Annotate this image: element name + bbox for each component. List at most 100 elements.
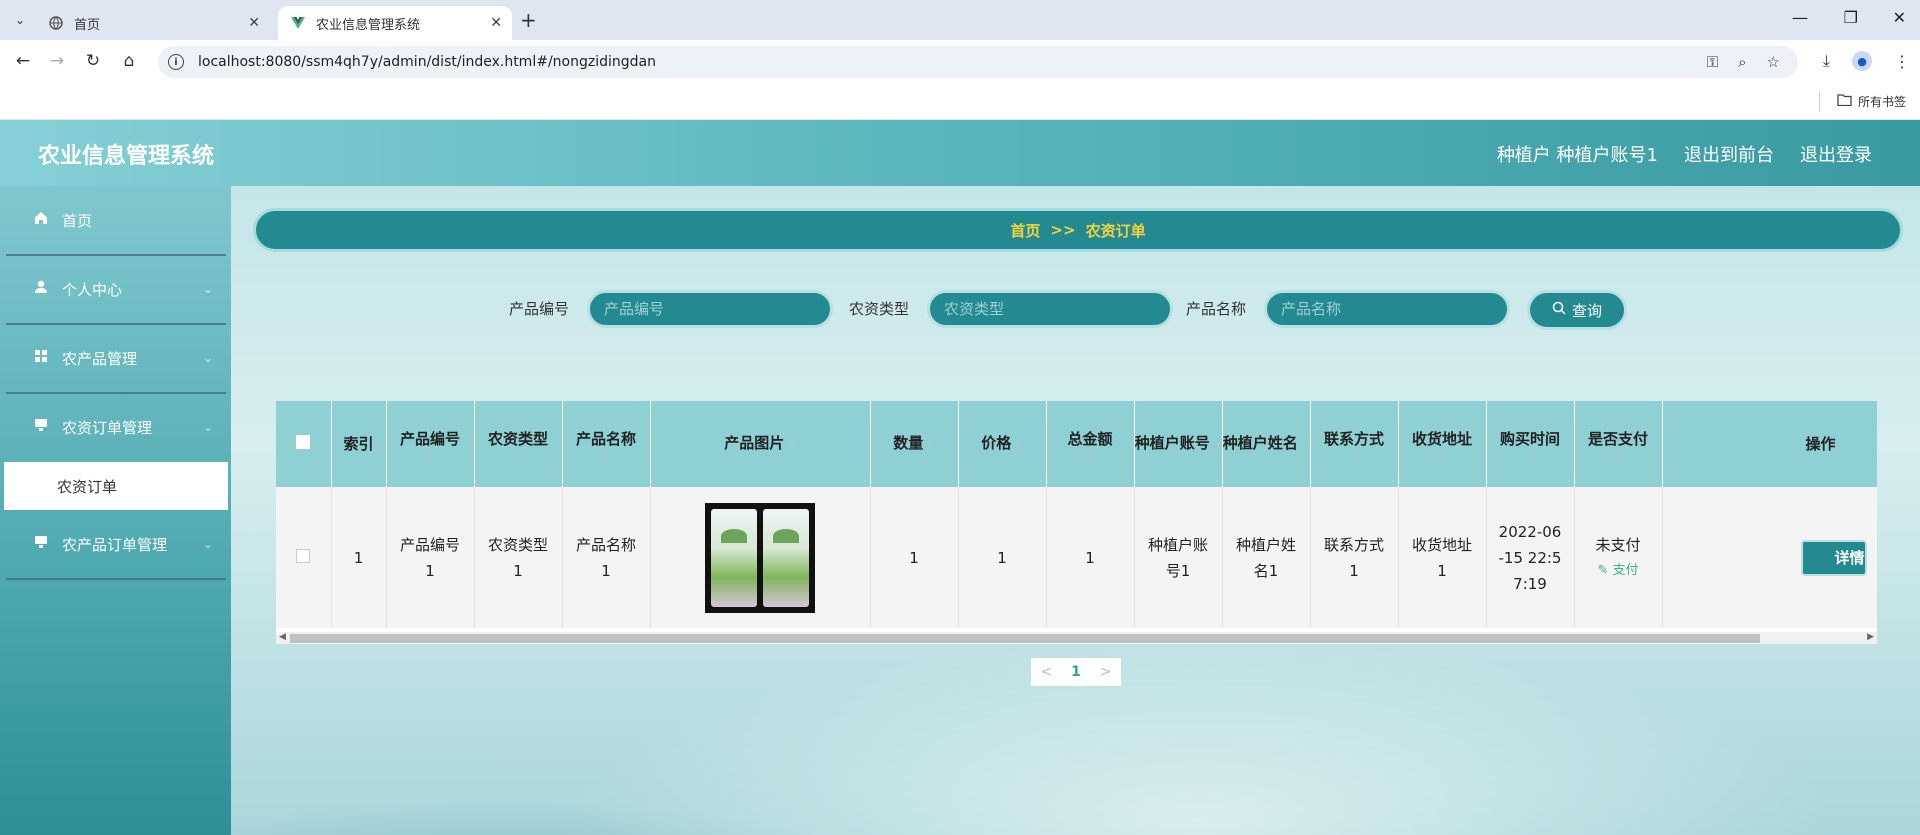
back-icon[interactable]: ← (12, 51, 34, 71)
app-root: 农业信息管理系统 种植户 种植户账号1 退出到前台 退出登录 首页 个人中心 ⌄ (0, 120, 1920, 835)
col-address-label: 收货地址 (1411, 430, 1472, 448)
sort-icon[interactable]: ⬍ (1575, 454, 1662, 464)
sort-icon[interactable]: ⬍ (1311, 454, 1398, 464)
row-checkbox[interactable] (296, 548, 311, 563)
page-number[interactable]: 1 (1071, 664, 1081, 680)
product-bag-graphic (711, 508, 757, 607)
col-price[interactable]: 价格 ⬍ (958, 401, 1047, 487)
scrollbar-thumb[interactable] (290, 634, 1760, 643)
search-icon (1552, 301, 1566, 319)
scroll-left-icon[interactable]: ◀ (279, 632, 286, 642)
prev-page-button[interactable]: < (1040, 664, 1052, 680)
browser-addressbar: ← → ↻ ⌂ i localhost:8080/ssm4qh7y/admin/… (0, 40, 1920, 84)
cell-code: 产品编号1 (386, 487, 475, 628)
new-tab-icon[interactable]: + (520, 8, 537, 32)
sidebar-item-label: 农产品订单管理 (62, 535, 168, 554)
cell-account: 种植户账号1 (1134, 487, 1223, 628)
search-label-type: 农资类型 (849, 300, 910, 318)
paid-status: 未支付 (1595, 535, 1641, 554)
sort-icon[interactable]: ⬍ (1015, 431, 1023, 461)
col-account[interactable]: 种植户账号 ⬍ (1134, 401, 1223, 487)
sidebar-item-product-management[interactable]: 农产品管理 ⌄ (0, 324, 231, 392)
sidebar-subitem-supply-order[interactable]: 农资订单 (4, 462, 228, 510)
sort-icon[interactable]: ⬍ (563, 454, 650, 464)
table-header-row: 索引 产品编号 ⬍ 农资类型 ⬍ 产品名称 ⬍ 产品图片 ⬍ 数量 ⬍ 价格 ⬍ 总金额 ⬍ … (276, 401, 1877, 487)
reload-icon[interactable]: ↻ (82, 51, 104, 71)
password-key-icon[interactable]: ⚿ (1707, 53, 1718, 71)
col-name[interactable]: 产品名称 ⬍ (562, 401, 651, 487)
logout-link[interactable]: 退出登录 (1800, 141, 1872, 167)
col-person[interactable]: 种植户姓名 ⬍ (1222, 401, 1311, 487)
user-icon (34, 280, 52, 298)
url-field[interactable]: i localhost:8080/ssm4qh7y/admin/dist/ind… (158, 46, 1798, 78)
download-icon[interactable]: ⤓ (1823, 51, 1830, 71)
sort-icon[interactable]: ⬍ (475, 454, 562, 464)
table-row: 1 产品编号1 农资类型1 产品名称1 1 1 1 种植户账号1 种植户姓名1 … (276, 487, 1877, 628)
table-horizontal-scrollbar[interactable]: ◀ ▶ (276, 632, 1877, 644)
cell-name: 产品名称1 (562, 487, 651, 628)
sort-icon[interactable]: ⬍ (387, 454, 474, 464)
browser-tab-home[interactable]: 首页 ✕ (36, 6, 270, 40)
bookmark-bar: 所有书签 (0, 84, 1920, 120)
browser-tab-app[interactable]: 农业信息管理系统 ✕ (278, 6, 512, 40)
sort-icon[interactable]: ⬍ (927, 431, 935, 461)
col-time[interactable]: 购买时间 ⬍ (1486, 401, 1575, 487)
sort-icon[interactable]: ⬍ (1302, 431, 1310, 461)
col-account-label: 种植户账号 (1134, 433, 1210, 452)
sort-icon[interactable]: ⬍ (1487, 454, 1574, 464)
col-qty[interactable]: 数量 ⬍ (870, 401, 959, 487)
bookmark-star-icon[interactable]: ☆ (1767, 53, 1780, 71)
close-tab-icon[interactable]: ✕ (248, 15, 260, 31)
search-button-label: 查询 (1571, 301, 1602, 320)
col-total[interactable]: 总金额 ⬍ (1046, 401, 1135, 487)
sidebar-item-product-orders[interactable]: 农产品订单管理 ⌄ (0, 510, 231, 578)
col-paid[interactable]: 是否支付 ⬍ (1574, 401, 1663, 487)
col-contact-label: 联系方式 (1323, 430, 1384, 448)
sort-icon[interactable]: ⬍ (1047, 454, 1134, 464)
cell-contact: 联系方式1 (1310, 487, 1399, 628)
cell-person: 种植户姓名1 (1222, 487, 1311, 628)
tab-search-icon[interactable]: ⌄ (8, 8, 32, 32)
site-info-icon[interactable]: i (168, 54, 184, 70)
breadcrumb-home[interactable]: 首页 (1010, 220, 1040, 241)
close-window-icon[interactable]: ✕ (1893, 8, 1906, 27)
sidebar-item-supply-orders[interactable]: 农资订单管理 ⌄ (0, 393, 231, 461)
col-address[interactable]: 收货地址 ⬍ (1398, 401, 1487, 487)
sidebar-item-home[interactable]: 首页 (0, 186, 231, 254)
search-input-type[interactable] (927, 290, 1173, 328)
cell-image (650, 487, 871, 628)
detail-button[interactable]: 详情 (1800, 539, 1867, 576)
col-type[interactable]: 农资类型 ⬍ (474, 401, 563, 487)
sort-icon[interactable]: ⬍ (1214, 431, 1222, 461)
search-input-code[interactable] (587, 290, 833, 328)
sidebar-item-personal-center[interactable]: 个人中心 ⌄ (0, 255, 231, 323)
exit-to-front-link[interactable]: 退出到前台 (1684, 141, 1774, 167)
all-bookmarks[interactable]: 所有书签 (1837, 93, 1906, 110)
home-browser-icon[interactable]: ⌂ (118, 51, 140, 71)
search-button[interactable]: 查询 (1527, 290, 1627, 330)
more-menu-icon[interactable]: ⋮ (1894, 52, 1910, 71)
next-page-button[interactable]: > (1100, 664, 1112, 680)
select-all-cell (276, 401, 332, 487)
col-action: 操作 (1662, 401, 1877, 487)
restore-icon[interactable]: ❐ (1844, 8, 1858, 27)
breadcrumb-separator: >> (1050, 221, 1076, 239)
profile-avatar-icon[interactable]: ● (1852, 51, 1872, 71)
pay-link[interactable]: ✎ 支付 (1575, 558, 1662, 584)
col-contact[interactable]: 联系方式 ⬍ (1310, 401, 1399, 487)
tab-title: 首页 (74, 17, 101, 33)
chevron-down-icon: ⌄ (202, 282, 213, 296)
zoom-icon[interactable]: ⌕ (1738, 53, 1746, 71)
col-code[interactable]: 产品编号 ⬍ (386, 401, 475, 487)
scroll-right-icon[interactable]: ▶ (1867, 632, 1874, 642)
minimize-icon[interactable]: — (1792, 8, 1808, 27)
sort-icon[interactable]: ⬍ (1399, 454, 1486, 464)
orders-table: 索引 产品编号 ⬍ 农资类型 ⬍ 产品名称 ⬍ 产品图片 ⬍ 数量 ⬍ 价格 ⬍ 总金额 ⬍ … (276, 401, 1877, 643)
select-all-checkbox[interactable] (296, 435, 311, 449)
sort-icon[interactable]: ⬍ (788, 431, 796, 461)
forward-icon[interactable]: → (46, 51, 68, 71)
product-image[interactable] (705, 502, 815, 613)
col-image[interactable]: 产品图片 ⬍ (650, 401, 871, 487)
close-tab-icon[interactable]: ✕ (490, 15, 502, 31)
search-input-name[interactable] (1264, 290, 1510, 328)
